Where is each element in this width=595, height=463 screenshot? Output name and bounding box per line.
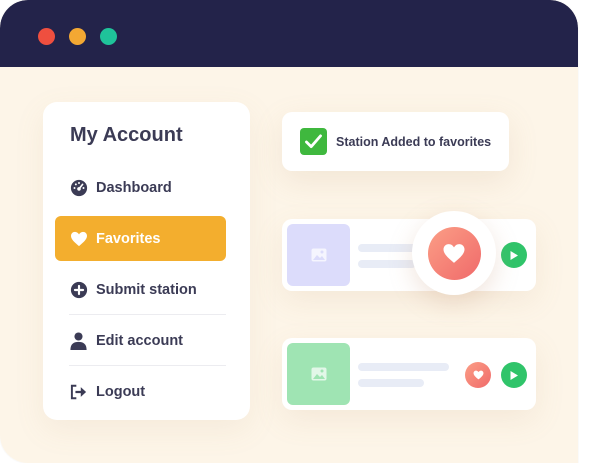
image-placeholder-icon	[311, 248, 326, 262]
check-icon	[300, 128, 327, 155]
image-placeholder-icon	[311, 367, 326, 381]
play-icon	[510, 370, 518, 380]
logout-icon	[69, 382, 88, 401]
sidebar-item-label: Dashboard	[96, 179, 172, 196]
favorite-button[interactable]	[465, 362, 491, 388]
sidebar-item-submit-station[interactable]: Submit station	[55, 267, 226, 312]
heart-icon	[473, 370, 483, 380]
station-subtitle-placeholder	[358, 260, 416, 268]
play-button[interactable]	[501, 242, 527, 268]
station-subtitle-placeholder	[358, 379, 424, 387]
favorite-heart-button[interactable]	[412, 211, 496, 295]
sidebar-item-label: Logout	[96, 383, 146, 400]
play-button[interactable]	[501, 362, 527, 388]
app-window: My Account Dashboard Favorites Submit st…	[0, 0, 578, 463]
station-card[interactable]	[282, 338, 536, 410]
plus-circle-icon	[69, 280, 88, 299]
play-icon	[510, 250, 518, 260]
favorite-added-toast: Station Added to favorites	[282, 112, 509, 171]
user-icon	[69, 331, 88, 350]
minimize-window-button[interactable]	[69, 28, 86, 45]
station-title-placeholder	[358, 363, 449, 371]
title-bar	[0, 0, 578, 67]
menu-divider	[69, 365, 226, 366]
sidebar-item-dashboard[interactable]: Dashboard	[55, 165, 226, 210]
sidebar-item-edit-account[interactable]: Edit account	[55, 318, 226, 363]
sidebar-item-label: Favorites	[96, 230, 161, 247]
heart-icon	[443, 243, 465, 263]
sidebar-item-logout[interactable]: Logout	[55, 369, 226, 414]
gauge-icon	[69, 178, 88, 197]
sidebar-title: My Account	[70, 124, 183, 146]
sidebar-item-favorites[interactable]: Favorites	[55, 216, 226, 261]
heart-icon	[69, 229, 88, 248]
station-thumbnail	[287, 343, 350, 405]
close-window-button[interactable]	[38, 28, 55, 45]
sidebar-item-label: Submit station	[96, 281, 197, 298]
station-thumbnail	[287, 224, 350, 286]
account-sidebar: My Account Dashboard Favorites Submit st…	[43, 102, 250, 420]
station-title-placeholder	[358, 244, 420, 252]
menu-divider	[69, 314, 226, 315]
sidebar-item-label: Edit account	[96, 332, 184, 349]
toast-message: Station Added to favorites	[336, 134, 492, 149]
station-card[interactable]	[282, 219, 536, 291]
maximize-window-button[interactable]	[100, 28, 117, 45]
